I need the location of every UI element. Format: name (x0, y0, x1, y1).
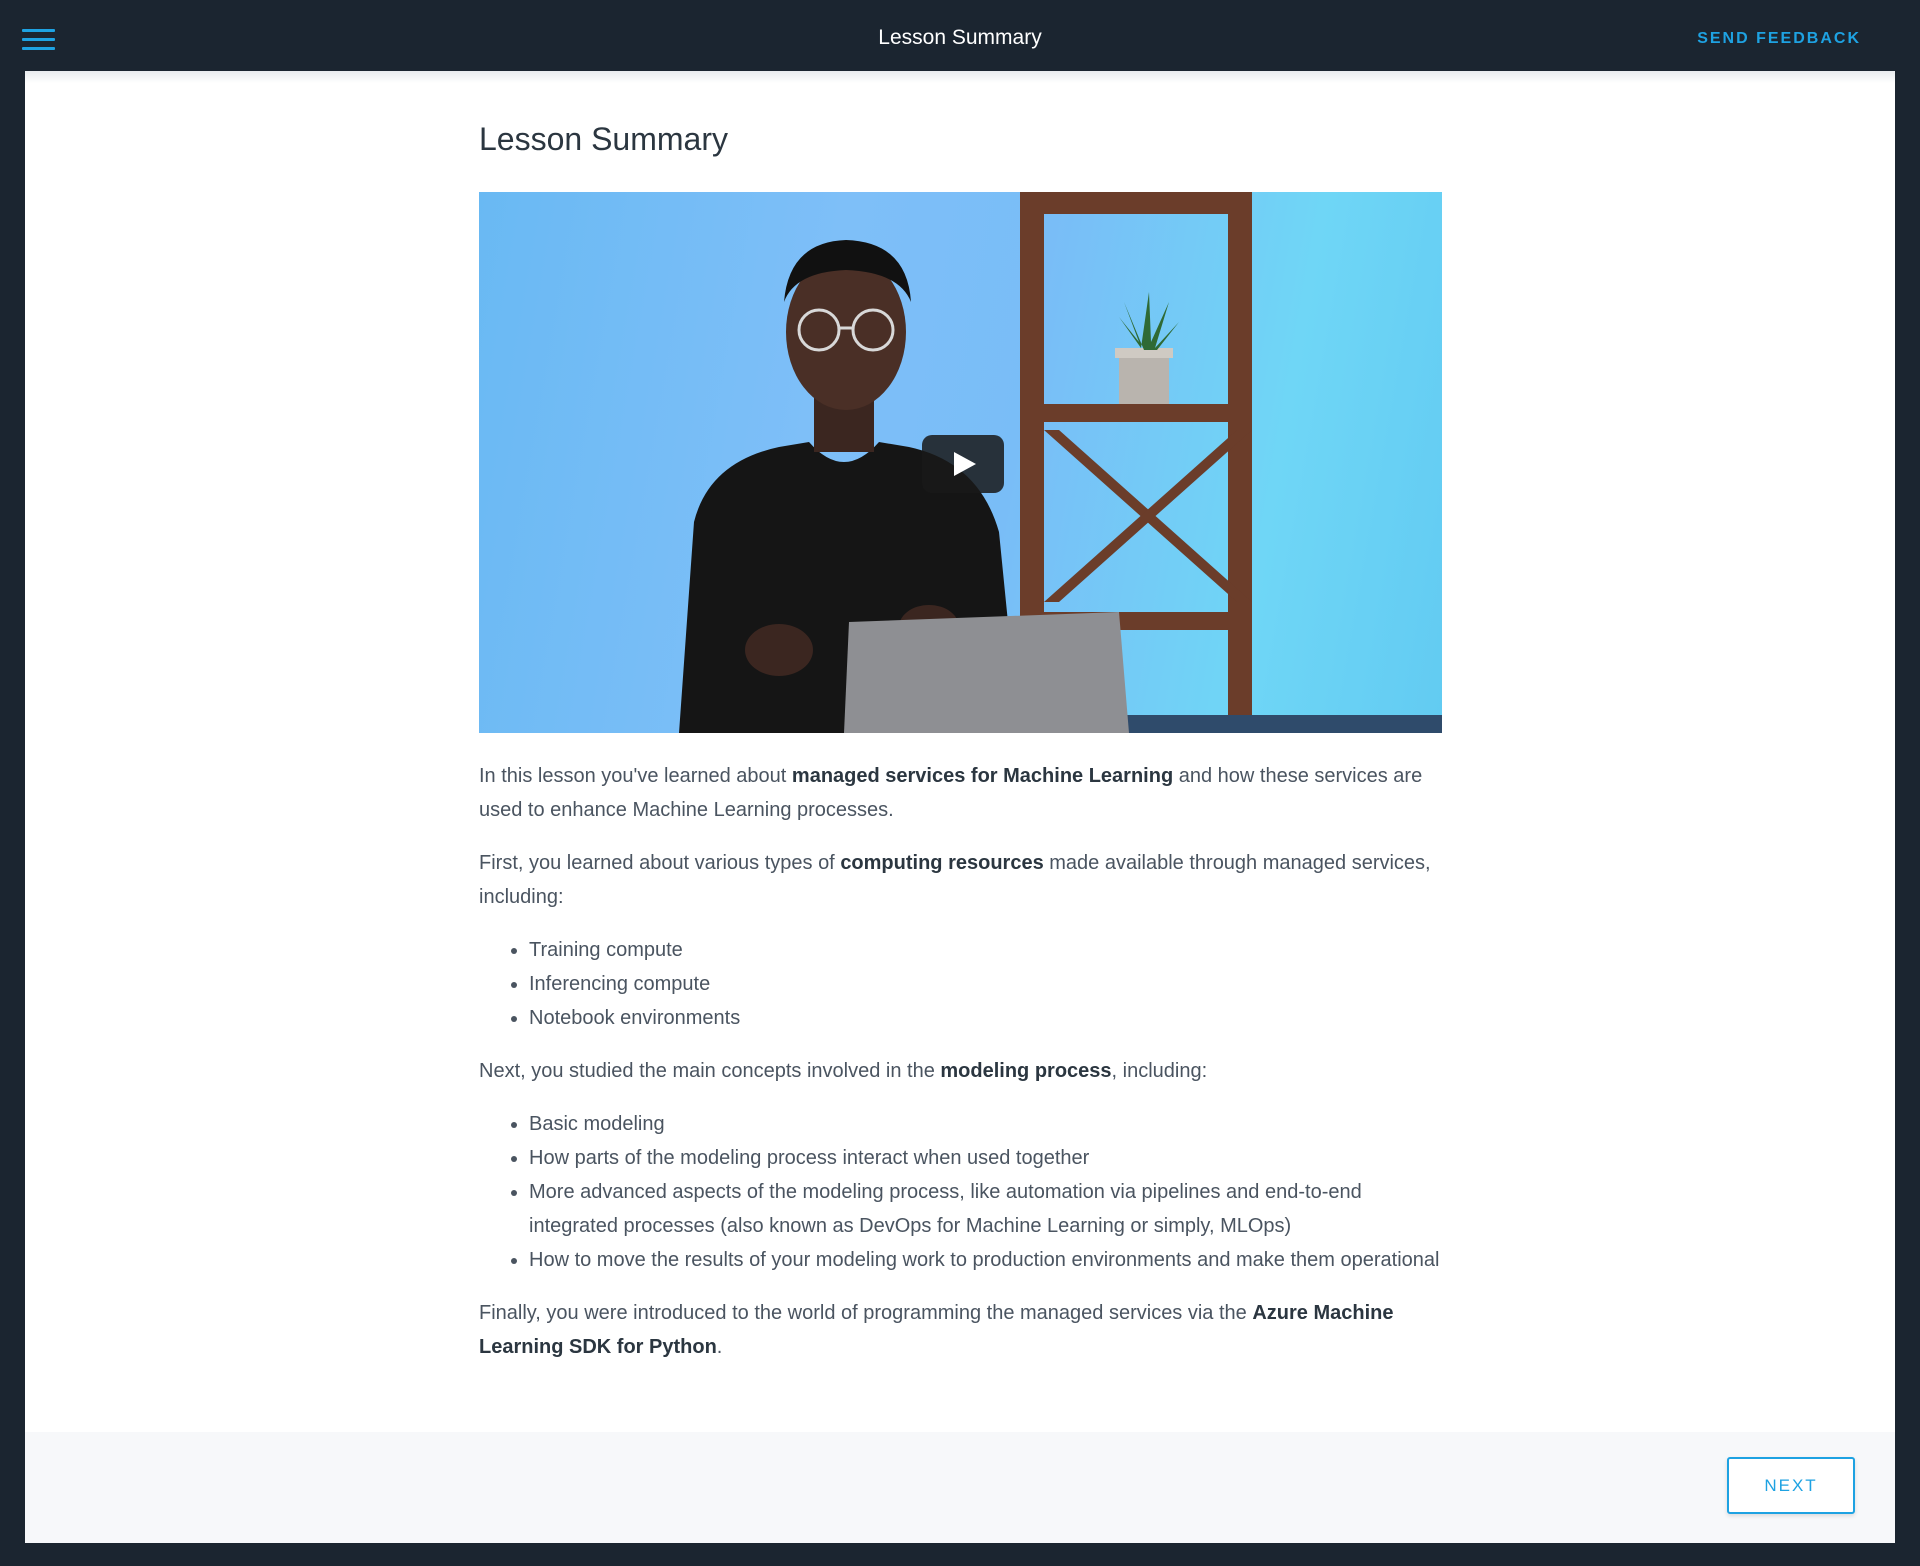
content-panel: Lesson Summary In this lesson you've lea… (25, 71, 1895, 1543)
page-title: Lesson Summary (479, 121, 728, 157)
header-title: Lesson Summary (878, 26, 1042, 49)
computing-text-1: First, you learned about various types o… (479, 852, 841, 874)
computing-list: Training compute Inferencing compute Not… (479, 933, 1442, 1035)
list-item: Training compute (529, 933, 1442, 967)
finally-text-2: . (716, 1336, 723, 1358)
laptop (844, 612, 1129, 733)
top-bar: Lesson Summary SEND FEEDBACK (0, 0, 1920, 71)
lesson-text: In this lesson you've learned about mana… (479, 759, 1442, 1383)
list-item: More advanced aspects of the modeling pr… (529, 1175, 1442, 1243)
finally-paragraph: Finally, you were introduced to the worl… (479, 1296, 1442, 1364)
next-button[interactable]: NEXT (1727, 1457, 1855, 1514)
finally-text-1: Finally, you were introduced to the worl… (479, 1302, 1253, 1324)
intro-bold: managed services for Machine Learning (791, 765, 1174, 787)
panel-shadow (25, 71, 1895, 83)
modeling-paragraph: Next, you studied the main concepts invo… (479, 1054, 1442, 1088)
potted-plant (1115, 292, 1179, 404)
send-feedback-link[interactable]: SEND FEEDBACK (1697, 30, 1861, 48)
footer-bar (25, 1432, 1895, 1543)
list-item: Notebook environments (529, 1001, 1442, 1035)
modeling-bold: modeling process (940, 1060, 1112, 1082)
computing-bold: computing resources (840, 852, 1044, 874)
list-item: Basic modeling (529, 1107, 1442, 1141)
video-player[interactable] (479, 192, 1442, 733)
intro-paragraph: In this lesson you've learned about mana… (479, 759, 1442, 827)
modeling-list: Basic modeling How parts of the modeling… (479, 1107, 1442, 1277)
list-item: Inferencing compute (529, 967, 1442, 1001)
computing-paragraph: First, you learned about various types o… (479, 846, 1442, 914)
modeling-text-1: Next, you studied the main concepts invo… (479, 1060, 941, 1082)
play-icon[interactable] (922, 435, 1004, 493)
intro-text-1: In this lesson you've learned about (479, 765, 792, 787)
modeling-text-2: , including: (1111, 1060, 1208, 1082)
list-item: How to move the results of your modeling… (529, 1243, 1442, 1277)
list-item: How parts of the modeling process intera… (529, 1141, 1442, 1175)
